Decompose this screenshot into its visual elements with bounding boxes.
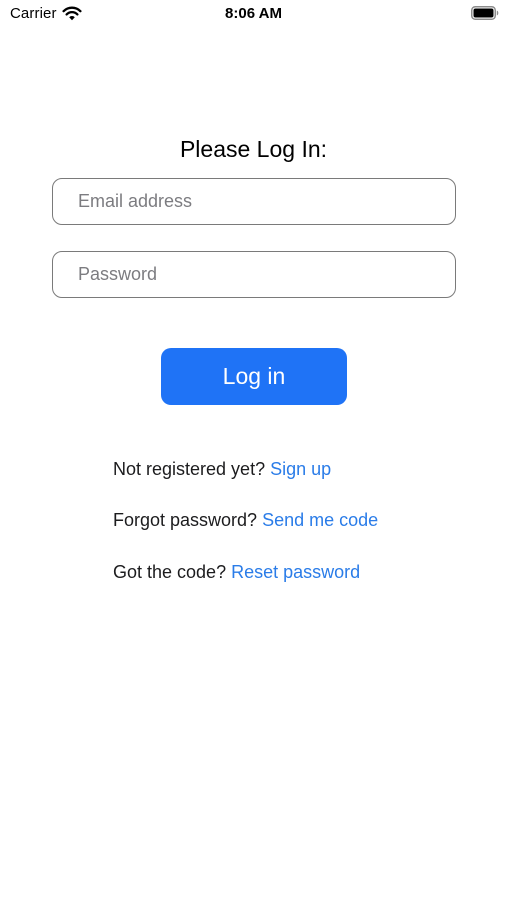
status-time: 8:06 AM — [225, 5, 282, 22]
send-code-link[interactable]: Send me code — [262, 510, 378, 530]
signup-line: Not registered yet? Sign up — [113, 459, 331, 480]
reset-password-link[interactable]: Reset password — [231, 562, 360, 582]
password-field[interactable] — [52, 251, 456, 298]
signup-prompt: Not registered yet? — [113, 459, 266, 479]
login-button[interactable]: Log in — [161, 348, 347, 405]
forgot-password-prompt: Forgot password? — [113, 510, 258, 530]
page-title: Please Log In: — [179, 136, 328, 162]
reset-password-line: Got the code? Reset password — [113, 562, 360, 583]
reset-password-prompt: Got the code? — [113, 562, 227, 582]
sign-up-link[interactable]: Sign up — [270, 459, 331, 479]
email-field[interactable] — [52, 178, 456, 225]
status-bar: Carrier 8:06 AM — [0, 0, 507, 30]
battery-icon — [471, 6, 499, 20]
forgot-password-line: Forgot password? Send me code — [113, 510, 378, 531]
